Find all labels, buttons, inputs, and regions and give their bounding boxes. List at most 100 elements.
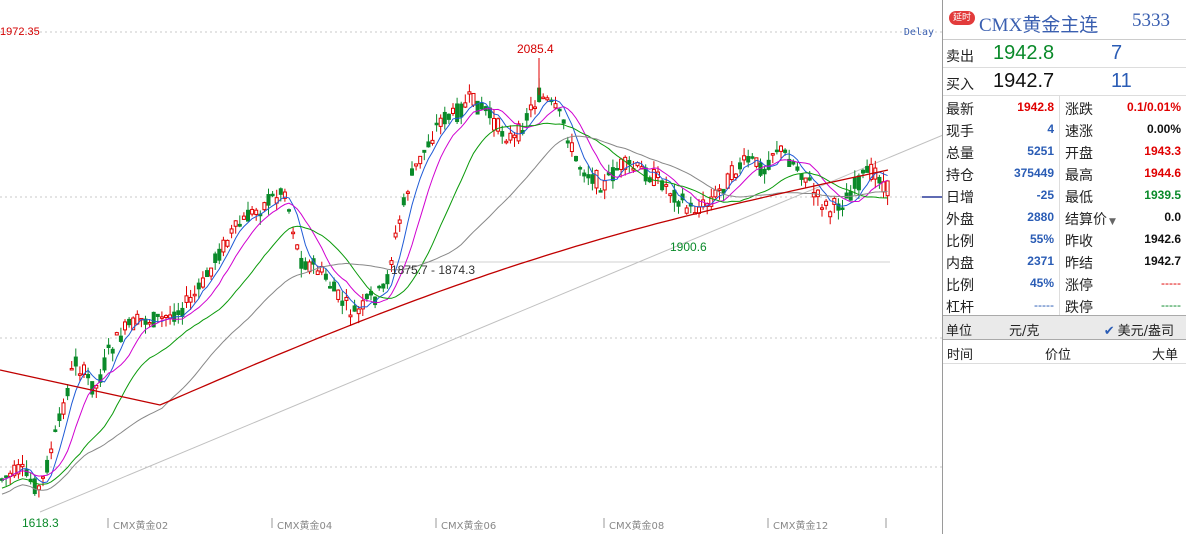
low-annotation: 1618.3 (22, 516, 59, 530)
candle-body (192, 293, 197, 297)
candle-body (184, 295, 189, 303)
stat-prev-close: 昨收 1942.6 (1065, 232, 1181, 250)
candle-body (176, 310, 181, 316)
stat-limit-down: 跌停 ----- (1065, 298, 1181, 316)
candle-body (672, 189, 677, 203)
trades-header: 时间 价位 大单 (943, 340, 1186, 364)
candle-body (155, 313, 160, 317)
candle-body (824, 200, 829, 206)
stat-settlement[interactable]: 结算价 ▼ 0.0 (1060, 206, 1186, 228)
candle-body (221, 239, 226, 253)
quote-header: 延时 CMX黄金主连 5333 (943, 0, 1186, 40)
candle-body (32, 478, 37, 495)
unit-row: 单位 元/克 ✔ 美元/盎司 (943, 316, 1186, 340)
candle-body (53, 429, 58, 432)
candle-body (504, 140, 509, 144)
candle-body (729, 165, 734, 181)
stat-low: 最低 1939.5 (1065, 188, 1181, 206)
candle-body (49, 448, 54, 454)
candle-body (225, 239, 230, 247)
buy-row[interactable]: 买入 1942.7 11 (943, 68, 1186, 96)
candle-body (811, 191, 816, 198)
candle-body (114, 332, 119, 336)
trades-col-big: 大单 (1151, 348, 1178, 363)
candle-body (57, 413, 62, 422)
candle-body (340, 300, 345, 306)
candle-body (852, 177, 857, 189)
chevron-down-icon[interactable]: ▼ (1109, 217, 1116, 227)
instrument-code: 5333 (1132, 10, 1170, 31)
candle-body (533, 106, 537, 110)
candle-body (459, 103, 464, 118)
candle-body (770, 153, 775, 156)
candle-body (791, 161, 796, 165)
candle-body (742, 155, 747, 161)
candle-body (217, 248, 222, 261)
candle-body (881, 181, 886, 193)
stat-high: 最高 1944.6 (1065, 166, 1181, 184)
stat-outer-ratio: 比例 55% (946, 232, 1054, 250)
kline-chart[interactable]: 1972.35 Delay 2085.4 1618.3 1900.6 1875.… (0, 0, 943, 534)
candle-body (619, 158, 624, 170)
stat-open: 开盘 1943.3 (1065, 144, 1181, 162)
candle-body (557, 108, 562, 112)
candle-body (602, 180, 607, 191)
candle-body (594, 169, 599, 189)
candle-body (410, 168, 414, 176)
candle-body (861, 169, 865, 174)
candle-body (102, 357, 107, 371)
candle-body (307, 261, 312, 273)
candle-body (237, 223, 242, 227)
candle-body (451, 107, 455, 115)
unit-option-usd-ounce[interactable]: ✔ 美元/盎司 (1104, 320, 1174, 339)
candle-body (205, 270, 209, 277)
candle-body (668, 193, 673, 197)
candle-body (569, 142, 574, 153)
candle-body (479, 102, 484, 110)
candle-body (598, 190, 603, 193)
candle-body (885, 180, 890, 197)
candle-body (246, 209, 250, 222)
candle-body (65, 387, 70, 397)
candle-body (783, 149, 788, 153)
top-price-label: 1972.35 (0, 26, 40, 38)
candle-body (20, 463, 25, 468)
quote-panel: 延时 CMX黄金主连 5333 卖出 1942.8 7 买入 1942.7 11… (943, 0, 1186, 534)
stat-inner-volume: 内盘 2371 (946, 254, 1054, 272)
candle-body (574, 155, 578, 162)
candle-body (438, 117, 443, 127)
x-tick-04: CMX黄金04 (277, 521, 333, 532)
candle-body (799, 173, 804, 180)
candle-body (545, 97, 550, 101)
candle-body (586, 174, 591, 179)
stat-prev-settle: 昨结 1942.7 (1065, 254, 1181, 272)
stat-limit-up: 涨停 ----- (1065, 276, 1181, 294)
candle-body (795, 166, 800, 171)
candle-body (303, 261, 308, 270)
candle-body (828, 211, 833, 218)
candle-body (467, 91, 472, 95)
stat-speed: 速涨 0.00% (1065, 122, 1181, 140)
candle-body (717, 188, 722, 191)
sell-row[interactable]: 卖出 1942.8 7 (943, 40, 1186, 68)
trend-line (39, 134, 942, 513)
x-tick-06: CMX黄金06 (441, 521, 497, 532)
sell-label: 卖出 (946, 49, 974, 65)
candle-body (750, 156, 755, 159)
candle-body (434, 122, 439, 126)
stat-current-hand: 现手 4 (946, 122, 1054, 140)
unit-option-yuan-gram[interactable]: 元/克 (1009, 320, 1039, 339)
candle-body (807, 177, 812, 181)
trades-col-price: 价位 (1045, 348, 1072, 363)
candle-body (159, 316, 164, 319)
candle-body (500, 131, 505, 137)
candle-body (565, 140, 570, 144)
candle-body (213, 253, 218, 264)
instrument-title[interactable]: CMX黄金主连 (979, 10, 1098, 37)
check-icon: ✔ (1103, 324, 1115, 339)
x-tick-08: CMX黄金08 (609, 521, 665, 532)
candle-body (553, 103, 558, 109)
sell-price: 1942.8 (993, 42, 1055, 64)
candle-body (766, 159, 771, 170)
candle-body (385, 274, 390, 285)
